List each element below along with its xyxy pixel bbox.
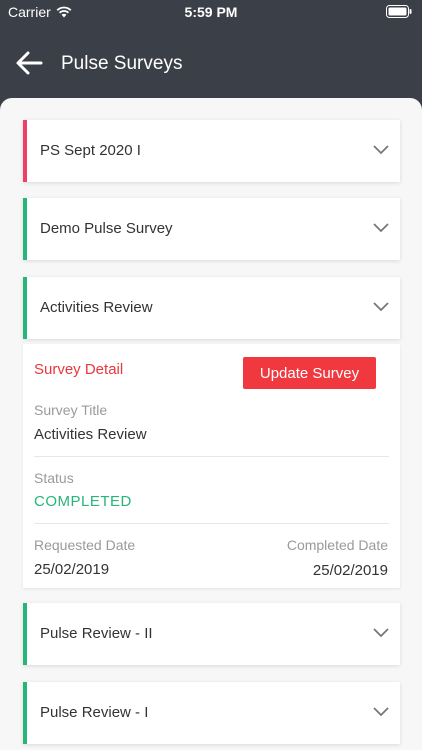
survey-card-ps-sept-2020-i[interactable]: PS Sept 2020 I (23, 120, 400, 182)
divider (34, 456, 389, 457)
chevron-down-icon (373, 302, 389, 312)
battery-icon (386, 5, 412, 18)
back-arrow-icon[interactable] (14, 50, 44, 76)
chevron-down-icon (373, 223, 389, 233)
divider (34, 523, 389, 524)
survey-card-pulse-review-i[interactable]: Pulse Review - I (23, 682, 400, 744)
status-value: COMPLETED (34, 493, 132, 510)
survey-card-demo-pulse-survey[interactable]: Demo Pulse Survey (23, 198, 400, 260)
app-header: Pulse Surveys (0, 26, 422, 98)
survey-card-title: PS Sept 2020 I (40, 142, 141, 159)
survey-card-pulse-review-ii[interactable]: Pulse Review - II (23, 603, 400, 665)
status-label: Status (34, 470, 74, 486)
clock: 5:59 PM (184, 4, 238, 20)
survey-detail-panel: Survey Detail Update Survey Survey Title… (23, 344, 400, 588)
completed-date-label: Completed Date (286, 537, 388, 553)
chevron-down-icon (373, 707, 389, 717)
chevron-down-icon (373, 145, 389, 155)
survey-card-title: Activities Review (40, 299, 153, 316)
update-survey-button[interactable]: Update Survey (243, 357, 376, 389)
survey-card-activities-review[interactable]: Activities Review (23, 277, 400, 339)
status-bar: Carrier 5:59 PM (0, 0, 422, 26)
requested-date-label: Requested Date (34, 537, 136, 553)
page-title: Pulse Surveys (61, 53, 183, 74)
requested-date-value: 25/02/2019 (34, 561, 110, 578)
survey-card-title: Demo Pulse Survey (40, 220, 173, 237)
survey-title-value: Activities Review (34, 426, 147, 443)
survey-title-label: Survey Title (34, 402, 108, 418)
chevron-down-icon (373, 628, 389, 638)
survey-card-title: Pulse Review - I (40, 704, 149, 721)
completed-date-value: 25/02/2019 (312, 562, 388, 579)
survey-card-title: Pulse Review - II (40, 625, 153, 642)
survey-detail-heading: Survey Detail (34, 361, 124, 378)
